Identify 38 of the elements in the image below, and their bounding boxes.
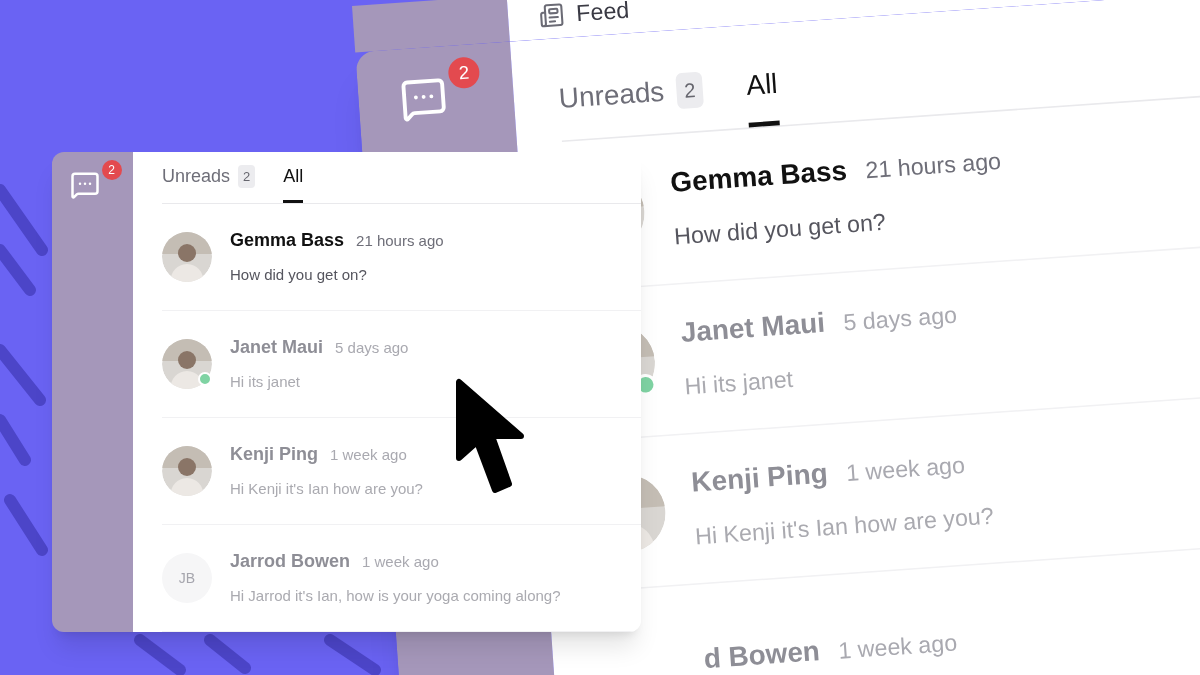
message-preview: Hi Kenji it's Ian how are you? xyxy=(694,501,995,552)
unread-badge: 2 xyxy=(101,160,122,180)
avatar: JB xyxy=(162,553,212,603)
timestamp: 21 hours ago xyxy=(356,231,444,252)
timestamp: 21 hours ago xyxy=(864,146,1003,186)
sender-name: Gemma Bass xyxy=(669,154,849,201)
sender-name: Gemma Bass xyxy=(230,229,345,253)
message-preview: How did you get on? xyxy=(673,207,888,252)
tab[interactable]: Unreads 2 xyxy=(556,53,707,141)
sender-name: Janet Maui xyxy=(230,336,324,360)
sender-name: Jarrod Bowen xyxy=(230,550,351,574)
message-preview: Hi Jarrod it's Ian, how is your yoga coming along? xyxy=(230,586,561,607)
unread-badge: 2 xyxy=(447,56,481,90)
avatar xyxy=(162,232,212,282)
sender-name: d Bowen xyxy=(702,633,822,675)
avatar xyxy=(162,446,212,496)
message-preview: Hi Kenji it's Ian how are you? xyxy=(230,479,423,500)
sender-name: Kenji Ping xyxy=(690,457,830,501)
message-preview: Hi its janet xyxy=(230,372,302,393)
message-preview: Hi its janet xyxy=(683,364,795,402)
sender-name: Janet Maui xyxy=(679,306,827,351)
message-preview: How did you get on? xyxy=(230,265,368,286)
timestamp: 1 week ago xyxy=(362,552,439,573)
timestamp: 5 days ago xyxy=(335,338,409,359)
sender-name: Kenji Ping xyxy=(230,443,318,467)
count-badge: 2 xyxy=(675,71,705,110)
timestamp: 1 week ago xyxy=(837,627,959,665)
timestamp: 1 week ago xyxy=(330,445,407,466)
avatar xyxy=(162,339,212,389)
nav-label[interactable]: Feed xyxy=(575,0,631,31)
timestamp: 1 week ago xyxy=(845,450,967,489)
tab[interactable]: Unreads 2 xyxy=(162,153,256,203)
feed-icon[interactable] xyxy=(538,2,565,29)
chat-icon[interactable] xyxy=(69,170,100,200)
count-badge: 2 xyxy=(238,164,256,189)
timestamp: 5 days ago xyxy=(842,300,959,338)
tab[interactable]: All xyxy=(743,47,781,128)
tab[interactable]: All xyxy=(283,153,304,203)
